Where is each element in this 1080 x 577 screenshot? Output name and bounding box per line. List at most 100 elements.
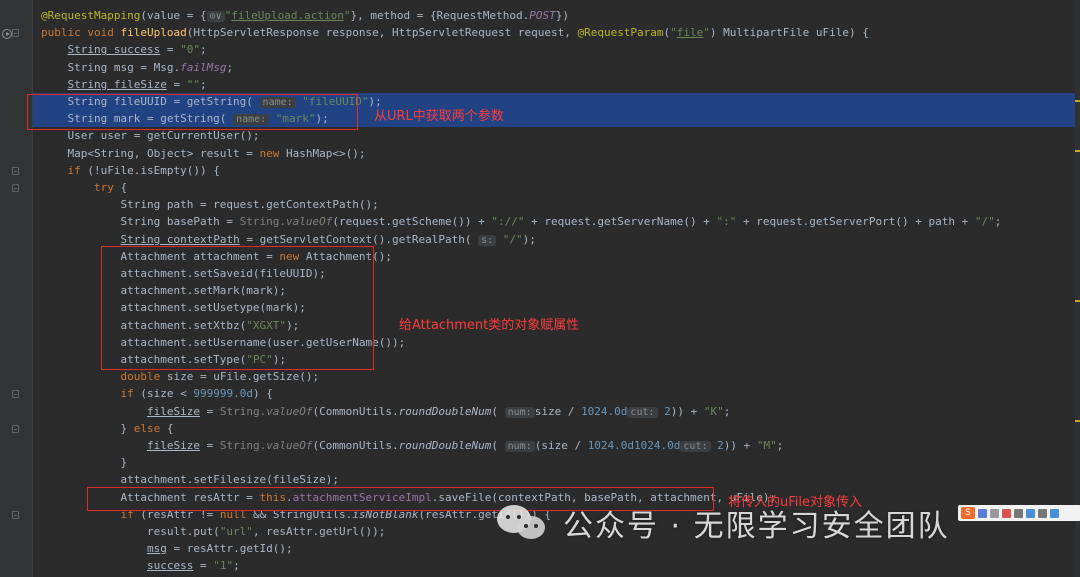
code-token: ":" xyxy=(716,215,737,229)
fold-icon[interactable] xyxy=(12,29,19,38)
ime-logo-icon[interactable]: S xyxy=(961,507,975,519)
code-line[interactable]: if (size < 999999.0d) { xyxy=(33,385,1080,402)
code-token: HashMap<>(); xyxy=(286,146,366,160)
code-token: " xyxy=(703,26,710,40)
code-line[interactable]: if (!uFile.isEmpty()) { xyxy=(33,162,1080,179)
code-line[interactable]: } xyxy=(33,454,1080,471)
code-line[interactable]: fileSize = String.valueOf(CommonUtils.ro… xyxy=(33,403,1080,420)
code-token: result.put( xyxy=(41,525,220,538)
code-token: } xyxy=(41,421,134,435)
wechat-icon xyxy=(497,503,549,543)
code-token: = xyxy=(193,559,214,573)
fold-icon[interactable] xyxy=(12,510,19,519)
run-gutter-icon[interactable] xyxy=(2,29,12,39)
code-line[interactable]: } else { xyxy=(33,420,1080,437)
code-line[interactable]: try { xyxy=(33,179,1080,196)
fold-icon[interactable] xyxy=(12,166,19,175)
code-token: "://" xyxy=(491,215,525,229)
param-hint: s: xyxy=(478,234,497,246)
ime-mode-icon[interactable] xyxy=(978,508,987,518)
code-line[interactable]: @RequestMapping(value = {⊙∨ "fileUpload.a… xyxy=(33,7,1080,24)
param-hint: ⊙∨ xyxy=(206,11,225,22)
code-token: " xyxy=(670,26,677,40)
code-token: String msg = Msg. xyxy=(41,60,181,74)
code-token: valueOf xyxy=(286,215,333,229)
ime-keyboard-icon[interactable] xyxy=(1014,508,1023,518)
fold-icon[interactable] xyxy=(12,390,19,399)
code-token: "1" xyxy=(213,559,234,573)
code-token: ) { xyxy=(252,387,273,401)
code-token: User user = getCurrentUser(); xyxy=(41,129,260,143)
watermark-text: 公众号 · 无限学习安全团队 xyxy=(563,509,950,544)
code-token: String. xyxy=(219,404,267,418)
code-token: ; xyxy=(233,559,240,573)
param-hint: cut: xyxy=(627,406,658,418)
code-token: }) xyxy=(555,9,570,22)
code-line[interactable]: fileSize = String.valueOf(CommonUtils.ro… xyxy=(33,437,1080,454)
code-line[interactable]: attachment.setFilesize(fileSize); xyxy=(33,471,1080,488)
code-line[interactable]: String success = "0"; xyxy=(33,41,1080,58)
code-token: size / xyxy=(534,404,582,418)
code-token: "url" xyxy=(219,525,253,538)
fold-icon[interactable] xyxy=(12,184,19,192)
code-token: roundDoubleNum xyxy=(398,404,492,418)
code-line[interactable]: public void fileUpload(HttpServletRespon… xyxy=(33,24,1080,41)
code-token: fileUpload.action xyxy=(231,9,344,22)
code-line[interactable]: String basePath = String.valueOf(request… xyxy=(33,213,1080,230)
code-token: "" xyxy=(186,77,200,91)
scroll-marker xyxy=(1075,420,1080,422)
code-line[interactable]: String path = request.getContextPath(); xyxy=(33,196,1080,213)
code-token: Map<String, Object> result = xyxy=(41,146,260,160)
code-token: "K" xyxy=(703,404,724,418)
code-token: ) MultipartFile uFile) { xyxy=(709,26,869,40)
code-line[interactable]: Map<String, Object> result = new HashMap… xyxy=(33,145,1080,162)
params-highlight-box xyxy=(27,94,358,130)
scroll-marker xyxy=(1075,150,1080,152)
ime-menu-icon[interactable] xyxy=(1050,508,1059,518)
code-token: valueOf xyxy=(266,439,313,452)
code-token: String fileSize xyxy=(67,77,167,91)
code-token: (value = { xyxy=(140,9,207,22)
code-token: { xyxy=(120,181,128,194)
ime-punct-icon[interactable] xyxy=(990,508,999,518)
ime-toolbar[interactable]: S xyxy=(958,505,1080,521)
code-token: "/" xyxy=(974,215,995,229)
fold-icon[interactable] xyxy=(12,424,19,433)
code-token: (HttpServletResponse response, HttpServl… xyxy=(186,26,578,40)
ime-skin-icon[interactable] xyxy=(1026,508,1035,518)
code-token: (CommonUtils. xyxy=(312,439,399,452)
code-token: { xyxy=(166,421,174,435)
code-line[interactable]: success = "1"; xyxy=(33,557,1080,574)
editor-scrollbar[interactable] xyxy=(1075,0,1080,577)
code-token: ); xyxy=(522,232,536,246)
code-token: double xyxy=(120,370,167,384)
ime-voice-icon[interactable] xyxy=(1002,508,1011,518)
code-token: )) + xyxy=(723,439,757,452)
code-token: try xyxy=(93,181,121,194)
code-line[interactable]: double size = uFile.getSize(); xyxy=(33,368,1080,385)
code-token: (size < xyxy=(140,387,194,401)
code-token: = xyxy=(160,43,181,57)
code-token: = resAttr.getId(); xyxy=(166,542,293,556)
code-token: ; xyxy=(199,77,207,91)
code-token: if xyxy=(120,387,141,401)
editor-gutter xyxy=(0,0,33,577)
code-token: public void xyxy=(41,26,121,40)
code-token: = xyxy=(199,404,220,418)
code-line[interactable]: String fileSize = ""; xyxy=(33,76,1080,93)
code-token: (CommonUtils. xyxy=(312,404,399,418)
code-token: ( xyxy=(491,404,505,418)
code-line[interactable]: String msg = Msg.failMsg; xyxy=(33,59,1080,76)
code-token: file xyxy=(676,26,704,40)
code-token: ; xyxy=(723,404,731,418)
code-token: POST xyxy=(529,9,556,22)
ime-tools-icon[interactable] xyxy=(1038,508,1047,518)
wechat-watermark: 公众号 · 无限学习安全团队 xyxy=(497,498,950,548)
attachment-highlight-box xyxy=(101,246,374,370)
